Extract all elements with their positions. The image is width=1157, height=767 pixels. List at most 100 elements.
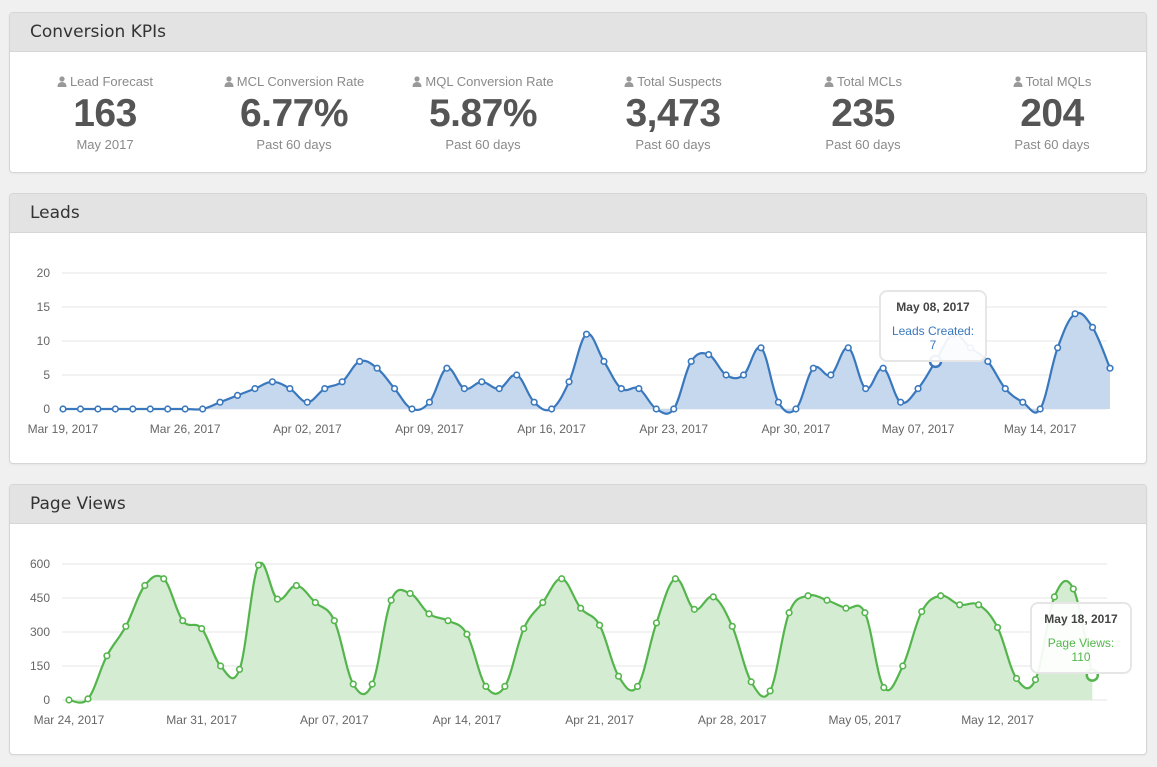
- data-point[interactable]: [103, 652, 111, 660]
- data-point[interactable]: [728, 622, 736, 630]
- data-point[interactable]: [501, 682, 509, 690]
- data-point[interactable]: [425, 610, 433, 618]
- data-point[interactable]: [1054, 344, 1062, 352]
- data-point[interactable]: [1106, 364, 1114, 372]
- data-point[interactable]: [937, 592, 945, 600]
- data-point[interactable]: [1050, 593, 1058, 601]
- data-point[interactable]: [974, 601, 983, 609]
- data-point[interactable]: [273, 595, 282, 603]
- data-point[interactable]: [235, 665, 244, 673]
- data-point[interactable]: [406, 589, 414, 598]
- data-point[interactable]: [94, 405, 102, 413]
- data-point[interactable]: [879, 364, 887, 372]
- data-point[interactable]: [896, 398, 905, 406]
- data-point[interactable]: [844, 344, 852, 352]
- data-point[interactable]: [254, 561, 263, 569]
- data-point[interactable]: [268, 378, 277, 386]
- data-point[interactable]: [520, 624, 528, 633]
- data-point[interactable]: [349, 680, 357, 688]
- data-point[interactable]: [600, 357, 608, 365]
- data-point[interactable]: [956, 601, 964, 609]
- data-point[interactable]: [705, 350, 713, 359]
- data-point[interactable]: [565, 378, 573, 386]
- data-point[interactable]: [373, 364, 381, 372]
- data-point[interactable]: [792, 405, 800, 413]
- data-point[interactable]: [59, 405, 67, 413]
- data-point[interactable]: [804, 592, 812, 600]
- data-point[interactable]: [1012, 674, 1021, 683]
- data-point[interactable]: [387, 596, 395, 604]
- data-point[interactable]: [595, 621, 604, 629]
- data-point[interactable]: [311, 598, 319, 607]
- data-point[interactable]: [614, 672, 623, 680]
- data-point[interactable]: [482, 682, 490, 690]
- data-point[interactable]: [635, 385, 643, 393]
- data-point[interactable]: [478, 378, 486, 386]
- data-point[interactable]: [286, 385, 294, 393]
- data-point[interactable]: [217, 662, 225, 670]
- data-point[interactable]: [827, 371, 835, 379]
- data-point[interactable]: [181, 405, 189, 413]
- data-point[interactable]: [390, 385, 399, 393]
- data-point[interactable]: [65, 696, 73, 704]
- data-point[interactable]: [199, 405, 207, 413]
- data-point[interactable]: [687, 357, 695, 365]
- data-point[interactable]: [160, 575, 168, 583]
- data-point[interactable]: [577, 604, 585, 612]
- data-point[interactable]: [809, 364, 817, 372]
- data-point[interactable]: [899, 662, 907, 670]
- data-point[interactable]: [785, 609, 793, 617]
- data-point[interactable]: [321, 385, 329, 393]
- data-point[interactable]: [1088, 323, 1097, 331]
- data-point[interactable]: [129, 405, 137, 413]
- data-point[interactable]: [582, 330, 591, 338]
- data-point[interactable]: [823, 596, 831, 604]
- data-point[interactable]: [216, 398, 224, 406]
- data-point[interactable]: [356, 357, 364, 365]
- data-point[interactable]: [179, 617, 187, 625]
- data-point[interactable]: [1001, 385, 1009, 393]
- data-point[interactable]: [539, 598, 547, 607]
- data-point[interactable]: [198, 624, 206, 633]
- data-point[interactable]: [652, 619, 661, 627]
- data-point[interactable]: [739, 371, 748, 379]
- data-point[interactable]: [617, 385, 626, 393]
- data-point[interactable]: [984, 357, 992, 365]
- data-point[interactable]: [513, 371, 521, 379]
- data-point[interactable]: [1036, 405, 1044, 413]
- data-point[interactable]: [918, 607, 926, 616]
- data-point[interactable]: [774, 398, 783, 406]
- data-point[interactable]: [842, 604, 850, 612]
- data-point[interactable]: [111, 405, 119, 413]
- data-point[interactable]: [914, 385, 922, 393]
- data-point[interactable]: [141, 581, 149, 590]
- data-point[interactable]: [530, 398, 538, 406]
- data-point[interactable]: [633, 682, 642, 690]
- data-point[interactable]: [993, 623, 1002, 632]
- data-point[interactable]: [233, 391, 242, 399]
- data-point[interactable]: [766, 687, 774, 695]
- data-point[interactable]: [368, 680, 376, 688]
- data-point[interactable]: [338, 378, 346, 386]
- data-point[interactable]: [146, 405, 154, 413]
- data-point[interactable]: [862, 385, 870, 393]
- data-point[interactable]: [709, 593, 717, 601]
- data-point[interactable]: [463, 630, 471, 638]
- data-point[interactable]: [861, 609, 869, 617]
- data-point[interactable]: [122, 622, 130, 630]
- data-point[interactable]: [425, 398, 434, 406]
- data-point[interactable]: [443, 364, 451, 372]
- data-point[interactable]: [408, 405, 416, 413]
- data-point[interactable]: [460, 385, 468, 393]
- data-point[interactable]: [292, 581, 301, 590]
- data-point[interactable]: [303, 398, 311, 406]
- data-point[interactable]: [690, 605, 698, 613]
- data-point[interactable]: [757, 344, 765, 352]
- data-point[interactable]: [251, 385, 259, 393]
- data-point[interactable]: [495, 385, 503, 393]
- data-point[interactable]: [1071, 310, 1079, 318]
- data-point[interactable]: [1031, 676, 1040, 684]
- data-point[interactable]: [444, 617, 452, 625]
- page-views-chart[interactable]: 0 150 300 450 600 Mar 24, 2017 Mar 31, 2017 Apr…: [10, 524, 1146, 754]
- data-point[interactable]: [84, 695, 92, 703]
